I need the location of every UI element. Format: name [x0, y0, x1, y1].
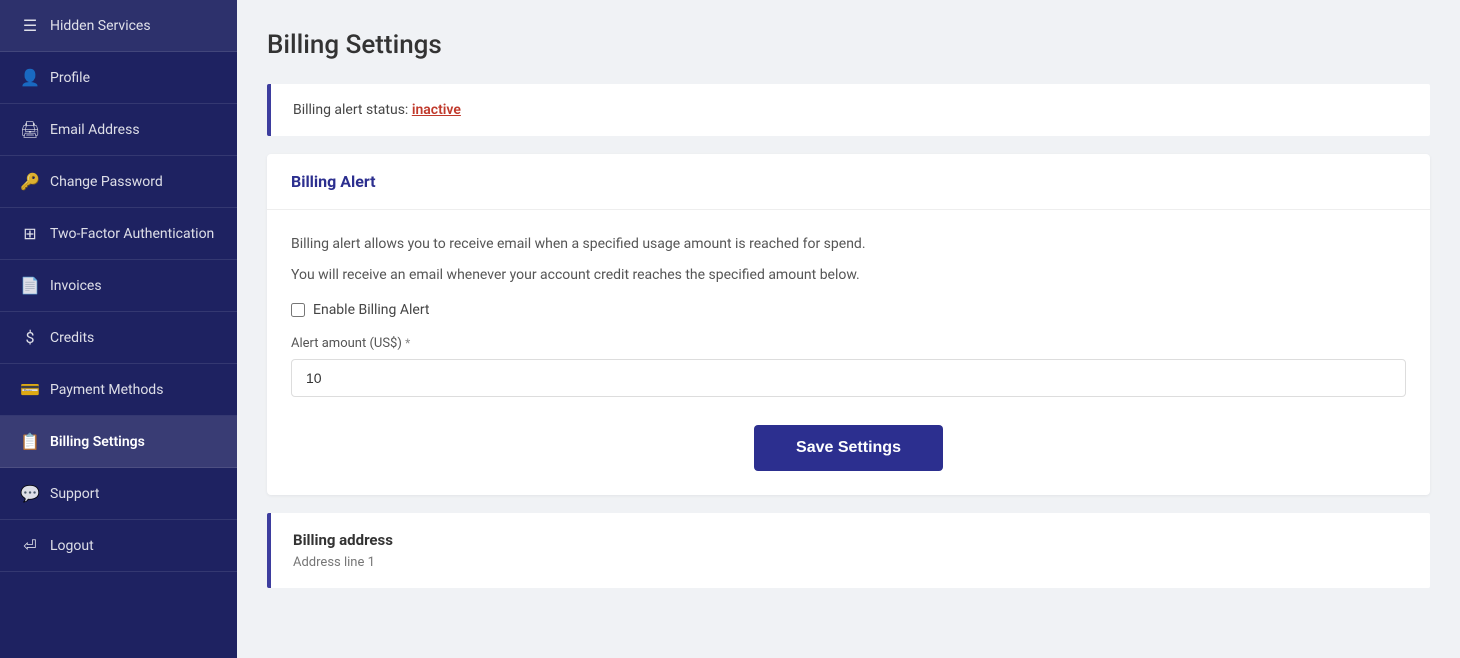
- sidebar-item-label: Invoices: [50, 278, 102, 294]
- sidebar-item-label: Change Password: [50, 174, 163, 190]
- logout-icon: ⏎: [20, 536, 40, 555]
- billing-alert-desc2: You will receive an email whenever your …: [291, 265, 1406, 286]
- sidebar-item-label: Logout: [50, 538, 94, 554]
- sidebar-item-change-password[interactable]: 🔑 Change Password: [0, 156, 237, 208]
- password-icon: 🔑: [20, 172, 40, 191]
- status-badge[interactable]: inactive: [412, 102, 461, 118]
- credits-icon: $: [20, 328, 40, 347]
- page-title: Billing Settings: [267, 30, 1430, 60]
- sidebar-item-label: Profile: [50, 70, 90, 86]
- main-content: Billing Settings Billing alert status: i…: [237, 0, 1460, 658]
- billing-address-title: Billing address: [293, 531, 1408, 549]
- save-settings-button[interactable]: Save Settings: [754, 425, 943, 471]
- billing-address-card: Billing address Address line 1: [267, 513, 1430, 588]
- alert-amount-input[interactable]: [291, 359, 1406, 397]
- sidebar-item-label: Email Address: [50, 122, 140, 138]
- status-prefix: Billing alert status:: [293, 102, 408, 118]
- required-marker: *: [405, 336, 410, 350]
- billing-address-sub: Address line 1: [293, 555, 1408, 570]
- two-factor-icon: ⊞: [20, 224, 40, 243]
- enable-billing-alert-row: Enable Billing Alert: [291, 302, 1406, 318]
- billing-alert-desc1: Billing alert allows you to receive emai…: [291, 234, 1406, 255]
- email-icon: 🖨: [20, 120, 40, 139]
- sidebar-item-label: Two-Factor Authentication: [50, 226, 214, 242]
- save-btn-row: Save Settings: [291, 425, 1406, 471]
- menu-icon: ☰: [20, 16, 40, 35]
- sidebar-item-label: Support: [50, 486, 99, 502]
- sidebar: ☰ Hidden Services 👤 Profile 🖨 Email Addr…: [0, 0, 237, 658]
- billing-icon: 📋: [20, 432, 40, 451]
- enable-billing-alert-label[interactable]: Enable Billing Alert: [313, 302, 430, 318]
- sidebar-item-label: Credits: [50, 330, 94, 346]
- payment-icon: 💳: [20, 380, 40, 399]
- billing-alert-body: Billing alert allows you to receive emai…: [267, 210, 1430, 495]
- profile-icon: 👤: [20, 68, 40, 87]
- billing-alert-card: Billing Alert Billing alert allows you t…: [267, 154, 1430, 495]
- billing-alert-title: Billing Alert: [291, 172, 376, 191]
- sidebar-item-email-address[interactable]: 🖨 Email Address: [0, 104, 237, 156]
- sidebar-item-support[interactable]: 💬 Support: [0, 468, 237, 520]
- sidebar-item-label: Payment Methods: [50, 382, 163, 398]
- sidebar-item-profile[interactable]: 👤 Profile: [0, 52, 237, 104]
- billing-status-card: Billing alert status: inactive: [267, 84, 1430, 136]
- invoices-icon: 📄: [20, 276, 40, 295]
- alert-amount-label: Alert amount (US$) *: [291, 336, 1406, 351]
- billing-alert-header: Billing Alert: [267, 154, 1430, 210]
- enable-billing-alert-checkbox[interactable]: [291, 303, 305, 317]
- sidebar-item-label: Hidden Services: [50, 18, 151, 34]
- sidebar-item-two-factor[interactable]: ⊞ Two-Factor Authentication: [0, 208, 237, 260]
- sidebar-item-billing-settings[interactable]: 📋 Billing Settings: [0, 416, 237, 468]
- sidebar-item-hidden-services[interactable]: ☰ Hidden Services: [0, 0, 237, 52]
- sidebar-item-logout[interactable]: ⏎ Logout: [0, 520, 237, 572]
- sidebar-item-payment-methods[interactable]: 💳 Payment Methods: [0, 364, 237, 416]
- sidebar-item-invoices[interactable]: 📄 Invoices: [0, 260, 237, 312]
- sidebar-item-credits[interactable]: $ Credits: [0, 312, 237, 364]
- support-icon: 💬: [20, 484, 40, 503]
- sidebar-item-label: Billing Settings: [50, 434, 145, 450]
